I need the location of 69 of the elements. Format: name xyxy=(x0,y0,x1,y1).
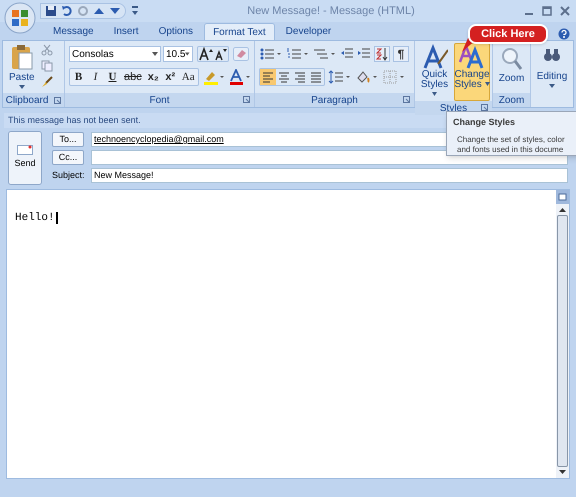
group-label: Clipboard xyxy=(6,94,48,108)
dialog-launcher-icon[interactable] xyxy=(403,96,410,103)
styles-button[interactable]: Quick Styles xyxy=(417,43,452,101)
group-label: Zoom xyxy=(498,94,524,108)
styles-icon xyxy=(459,44,485,70)
font-size-dropdown[interactable]: 10.5 xyxy=(163,46,193,62)
caret-icon xyxy=(18,85,25,89)
dialog-launcher-icon[interactable] xyxy=(54,96,62,104)
paste-button[interactable]: Paste xyxy=(9,44,35,89)
tooltip-title: Change Styles xyxy=(453,116,516,129)
close-icon[interactable] xyxy=(560,6,570,16)
dialog-launcher-icon[interactable] xyxy=(243,96,250,103)
caret-icon xyxy=(549,84,555,88)
bullets-icon[interactable] xyxy=(259,46,283,62)
ribbon-tab[interactable]: Developer xyxy=(276,23,340,40)
binoculars-icon xyxy=(543,47,561,63)
editing-button[interactable]: Editing xyxy=(531,41,573,107)
tooltip-description: and fonts used in this docume xyxy=(457,144,564,154)
format-button[interactable]: x₂ xyxy=(144,69,162,85)
ribbon-tab[interactable]: Insert xyxy=(104,23,148,40)
styles-button[interactable]: Change Styles xyxy=(454,43,490,101)
cc-button[interactable]: Cc... xyxy=(52,150,84,165)
ruler-toggle-icon[interactable] xyxy=(556,190,569,204)
help-icon[interactable] xyxy=(558,28,570,40)
shrink-font-icon[interactable] xyxy=(214,47,228,61)
styles-icon xyxy=(422,44,448,70)
caret-icon xyxy=(185,52,190,56)
subject-label: Subject: xyxy=(52,168,84,182)
show-formatting-button[interactable]: ¶ xyxy=(393,46,409,62)
subject-field[interactable]: New Message! xyxy=(91,168,568,183)
tooltip-description: Change the set of styles, color xyxy=(457,134,566,144)
send-button[interactable]: Send xyxy=(8,131,42,185)
ribbon-tab[interactable]: Options xyxy=(150,23,202,40)
sort-icon[interactable] xyxy=(374,46,390,62)
ribbon-tab[interactable]: Format Text xyxy=(204,23,275,40)
line-spacing-icon[interactable] xyxy=(328,69,352,85)
window-title: New Message! - Message (HTML) xyxy=(246,4,416,19)
scrollbar-thumb[interactable] xyxy=(557,215,568,467)
message-body-text: Hello! xyxy=(15,212,58,224)
format-button[interactable]: B xyxy=(70,69,87,85)
group-label: Font xyxy=(149,94,170,108)
office-logo-icon[interactable] xyxy=(4,2,36,34)
format-button[interactable]: Aa xyxy=(178,69,198,85)
to-button[interactable]: To... xyxy=(52,132,84,147)
ribbon-tab[interactable]: Message xyxy=(44,23,103,40)
caret-icon xyxy=(484,82,490,86)
customize-caret-icon[interactable] xyxy=(132,6,138,16)
group-label: Styles xyxy=(440,102,468,116)
caret-icon xyxy=(432,92,437,96)
clipboard-icon xyxy=(10,44,33,70)
font-name-dropdown[interactable]: Consolas xyxy=(69,46,161,62)
dialog-launcher-icon[interactable] xyxy=(481,104,488,111)
format-button[interactable]: abc xyxy=(121,69,145,85)
magnifier-icon xyxy=(500,47,522,71)
format-button[interactable]: I xyxy=(87,69,104,85)
font-color-icon[interactable] xyxy=(228,69,251,85)
envelope-icon xyxy=(17,145,33,156)
format-button[interactable]: U xyxy=(104,69,121,85)
shading-icon[interactable] xyxy=(355,69,379,85)
maximize-icon[interactable] xyxy=(542,6,552,16)
group-label: Paragraph xyxy=(311,94,358,108)
format-button[interactable]: x² xyxy=(162,69,179,85)
save-icon[interactable] xyxy=(45,5,57,17)
undo-icon[interactable] xyxy=(61,5,73,17)
caret-icon xyxy=(152,52,158,56)
zoom-button[interactable]: Zoom xyxy=(493,41,530,93)
brush-icon[interactable] xyxy=(40,76,53,88)
align-left-icon[interactable] xyxy=(260,69,276,85)
grow-font-icon[interactable] xyxy=(198,47,214,61)
